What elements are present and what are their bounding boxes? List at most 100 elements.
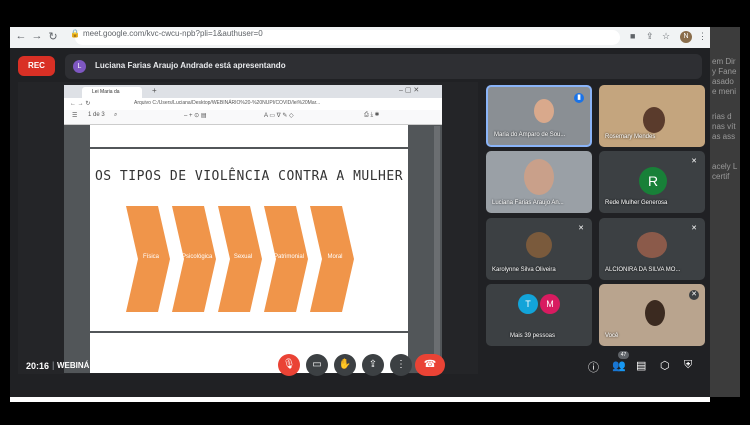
participant-tile[interactable]: ✕ ALCIONIRA DA SILVA MO... [599,218,705,280]
page-indicator[interactable]: 1 de 3 [88,112,105,118]
chevron-sexual: Sexual [218,206,262,312]
participant-name: Karolynne Silva Oliveira [492,267,556,273]
self-name: Você [605,333,619,339]
present-screen-icon: ⇪ [368,359,378,370]
pdf-page-previous [90,125,408,147]
participant-tile[interactable]: Luciana Farias Araujo An... [486,151,592,213]
pdf-nav-icon[interactable]: ← → ↻ [70,100,90,107]
cut-text: rias d [712,112,732,121]
cut-text: certif [712,172,730,181]
participants-count-badge: 47 [618,351,629,359]
camera-icon[interactable]: ■ [630,31,635,41]
participant-avatar: R [639,167,667,195]
search-icon[interactable]: ⌕ [114,112,117,119]
chat-icon[interactable]: ▤ [636,359,646,372]
cut-text: as ass [712,132,736,141]
recording-badge: REC [18,56,55,76]
participant-name: Rede Mulher Generosa [605,200,668,206]
browser-toolbar: ← → ↻ 🔒 meet.google.com/kvc-cwcu-npb?pli… [10,27,710,48]
participant-photo [526,232,552,258]
cut-text: asado [712,77,734,86]
meet-window: ← → ↻ 🔒 meet.google.com/kvc-cwcu-npb?pli… [10,27,710,397]
pdf-scrollbar[interactable] [434,126,440,373]
info-icon[interactable]: ⓘ [588,359,599,375]
separator: | [52,360,55,370]
participant-tile[interactable]: ▮ Maria do Amparo de Sou... [486,85,592,147]
participant-video [534,99,554,123]
star-icon[interactable]: ☆ [662,31,670,42]
menu-icon[interactable]: ⋮ [698,31,707,42]
activities-icon[interactable]: ⬡ [660,359,670,372]
more-options-button[interactable]: ⋮ [390,354,412,376]
violence-type-label: Física [142,254,159,260]
sidebar-toggle-icon[interactable]: ☰ [72,112,77,119]
back-icon[interactable]: ← [14,30,28,42]
self-tile[interactable]: ✕ Você [599,284,705,346]
participant-name: Rosemary Mendes [605,134,656,140]
slide-title: OS TIPOS DE VIOLÊNCIA CONTRA A MULHER [94,169,404,184]
more-vert-icon: ⋮ [396,359,406,370]
mic-off-icon: ✕ [689,224,699,234]
presentation-area: Lei Maria da Penha.pdf + – ▢ ✕ ← → ↻ Arq… [18,82,478,374]
pdf-address-bar[interactable]: ← → ↻ Arquivo C:/Users/Luciana/Desktop/W… [64,98,442,110]
participant-name: Maria do Amparo de Sou... [494,132,566,138]
participant-name: ALCIONIRA DA SILVA MO... [605,267,681,273]
leave-call-button[interactable]: ☎ [415,354,445,376]
meeting-clock: 20:16 [26,361,50,371]
chevron-fisica: Física [126,206,170,312]
cut-text: y Fane [712,67,737,76]
reload-icon[interactable]: ↻ [46,30,60,43]
pdf-actions-icon[interactable]: ⎙ ⤓ ✱ [364,112,379,119]
window-controls-icon[interactable]: – ▢ ✕ [399,86,419,94]
presenter-avatar: L [73,60,86,73]
mic-off-icon: 🎙 [282,359,296,370]
cut-text: acely L [712,162,738,171]
participant-video [524,159,554,195]
camera-icon: ▭ [312,359,322,370]
presenter-text: Luciana Farias Araujo Andrade está apres… [95,61,286,70]
camera-button[interactable]: ▭ [306,354,328,376]
pdf-tab[interactable]: Lei Maria da Penha.pdf [82,87,142,106]
speaking-icon: ▮ [574,93,584,103]
url-text[interactable]: meet.google.com/kvc-cwcu-npb?pli=1&authu… [83,29,263,38]
host-controls-icon[interactable]: ⛨ [684,359,692,372]
cut-text: e meni [712,87,737,96]
participant-avatar: M [540,294,560,314]
participant-tile[interactable]: ✕ Karolynne Silva Oliveira [486,218,592,280]
cut-text: nas vít [712,122,736,131]
mic-off-icon: ✕ [576,224,586,234]
mic-button[interactable]: 🎙 [278,354,300,376]
mic-off-icon: ✕ [689,290,699,300]
raise-hand-button[interactable]: ✋ [334,354,356,376]
more-participants-tile[interactable]: T M Mais 39 pessoas [486,284,592,346]
annotation-tools-icon[interactable]: A ▭ ∇ ✎ ◇ [264,112,294,119]
rec-label: REC [28,61,45,70]
participant-avatar: T [518,294,538,314]
violence-type-label: Moral [327,254,343,260]
share-icon[interactable]: ⇪ [646,31,654,42]
cut-text: em Dir [712,57,736,66]
new-tab-icon[interactable]: + [152,86,157,95]
zoom-controls-icon[interactable]: – + ⊙ ▤ [184,112,207,119]
pdf-address[interactable]: Arquivo C:/Users/Luciana/Desktop/WEBINÁR… [134,100,320,106]
participant-name: Luciana Farias Araujo An... [492,200,564,206]
people-icon[interactable]: 👥 [612,359,626,372]
profile-avatar[interactable]: N [680,31,692,43]
chevron-psicologica: Psicológica [172,206,216,312]
violence-type-label: Sexual [233,254,253,260]
present-button[interactable]: ⇪ [362,354,384,376]
meeting-title[interactable]: WEBINÁRIO L EI MARIA DA PENHA: AVANÇOS..… [57,361,242,370]
violence-type-label: Patrimonial [274,254,305,260]
participant-video [643,107,665,133]
mic-off-icon: ✕ [689,157,699,167]
chevron-patrimonial: Patrimonial [264,206,308,312]
hand-icon: ✋ [338,359,352,370]
forward-icon[interactable]: → [30,30,44,42]
violence-type-label: Psicológica [182,254,213,260]
pdf-tab-strip: Lei Maria da Penha.pdf + – ▢ ✕ [64,85,442,106]
pdf-window: Lei Maria da Penha.pdf + – ▢ ✕ ← → ↻ Arq… [64,85,442,373]
self-video [645,300,665,326]
participant-tile[interactable]: Rosemary Mendes [599,85,705,147]
participant-tile[interactable]: ✕ R Rede Mulher Generosa [599,151,705,213]
presenter-banner: L Luciana Farias Araujo Andrade está apr… [65,54,702,79]
